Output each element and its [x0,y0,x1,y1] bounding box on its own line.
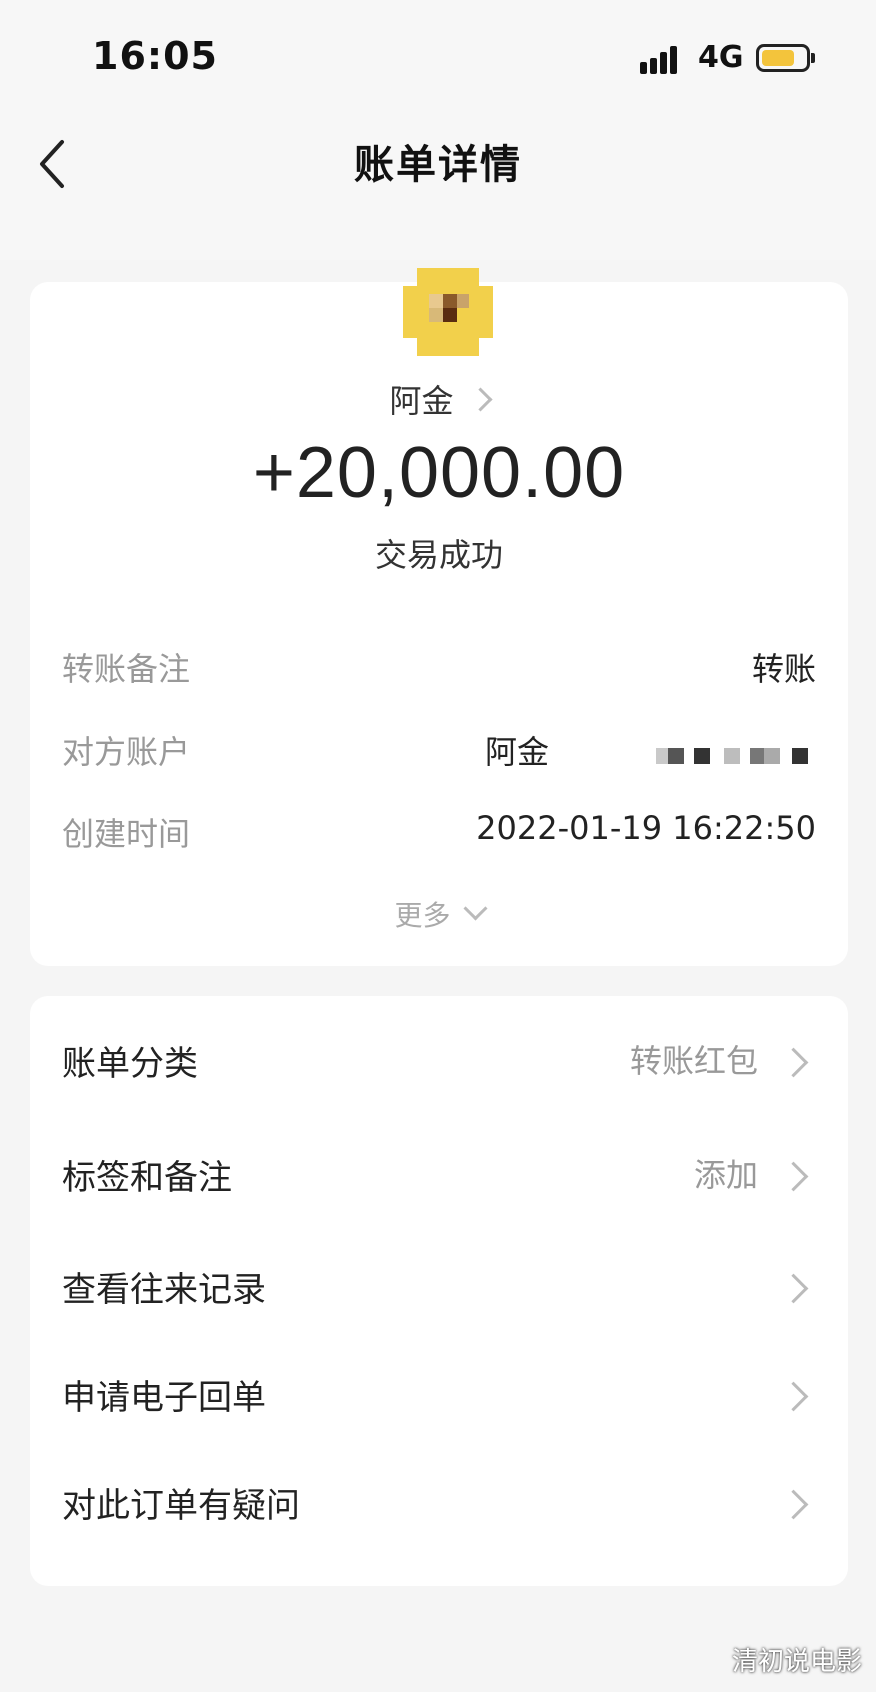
detail-value: 转账 [751,650,816,688]
action-label: 申请电子回单 [62,1378,266,1418]
detail-row-remark: 转账备注 转账 [62,644,816,694]
status-bar: 16:05 4G [0,0,876,110]
signal-icon [640,44,688,74]
action-label: 账单分类 [62,1044,198,1084]
detail-label: 创建时间 [62,815,191,853]
action-label: 标签和备注 [62,1158,232,1198]
chevron-right-icon [778,1489,809,1520]
battery-level [762,50,794,66]
watermark: 清初说电影 [731,1647,862,1677]
chevron-right-icon [778,1161,809,1192]
status-time: 16:05 [92,34,218,78]
action-label: 查看往来记录 [62,1270,266,1310]
more-button[interactable]: 更多 [30,894,848,934]
action-transaction-history[interactable]: 查看往来记录 [62,1262,816,1322]
actions-card: 账单分类 转账红包 标签和备注 添加 查看往来记录 申请电子回单 对此订单有疑问 [30,996,848,1586]
detail-row-time: 创建时间 2022-01-19 16:22:50 [62,809,816,859]
payee-label: 阿金 [389,382,454,420]
account-name: 阿金 [485,733,550,771]
detail-value: 2022-01-19 16:22:50 [476,809,816,847]
network-type: 4G [698,40,744,75]
more-label: 更多 [394,899,451,932]
transaction-amount: +20,000.00 [252,433,626,513]
chevron-right-icon [778,1273,809,1304]
chevron-down-icon [462,896,488,921]
page-title: 账单详情 [354,142,522,188]
chevron-right-icon [778,1381,809,1412]
payee-name[interactable]: 阿金 [30,376,848,422]
action-e-receipt[interactable]: 申请电子回单 [62,1370,816,1430]
battery-icon [756,44,810,72]
chevron-right-icon [778,1047,809,1078]
masked-account-number [656,748,824,766]
action-label: 对此订单有疑问 [62,1486,300,1526]
nav-bar: 账单详情 [0,110,876,260]
transaction-status: 交易成功 [374,536,503,574]
detail-label: 转账备注 [62,650,191,688]
action-order-question[interactable]: 对此订单有疑问 [62,1478,816,1538]
detail-label: 对方账户 [62,733,191,771]
action-value: 转账红包 [629,1042,758,1080]
avatar[interactable] [403,268,493,356]
action-bill-category[interactable]: 账单分类 转账红包 [62,1036,816,1096]
action-tags-notes[interactable]: 标签和备注 添加 [62,1150,816,1210]
action-value: 添加 [693,1156,758,1194]
chevron-right-icon [467,387,493,412]
transaction-card: 阿金 +20,000.00 交易成功 转账备注 转账 对方账户 阿金 创建时间 … [30,268,848,966]
battery-tip [811,53,815,63]
